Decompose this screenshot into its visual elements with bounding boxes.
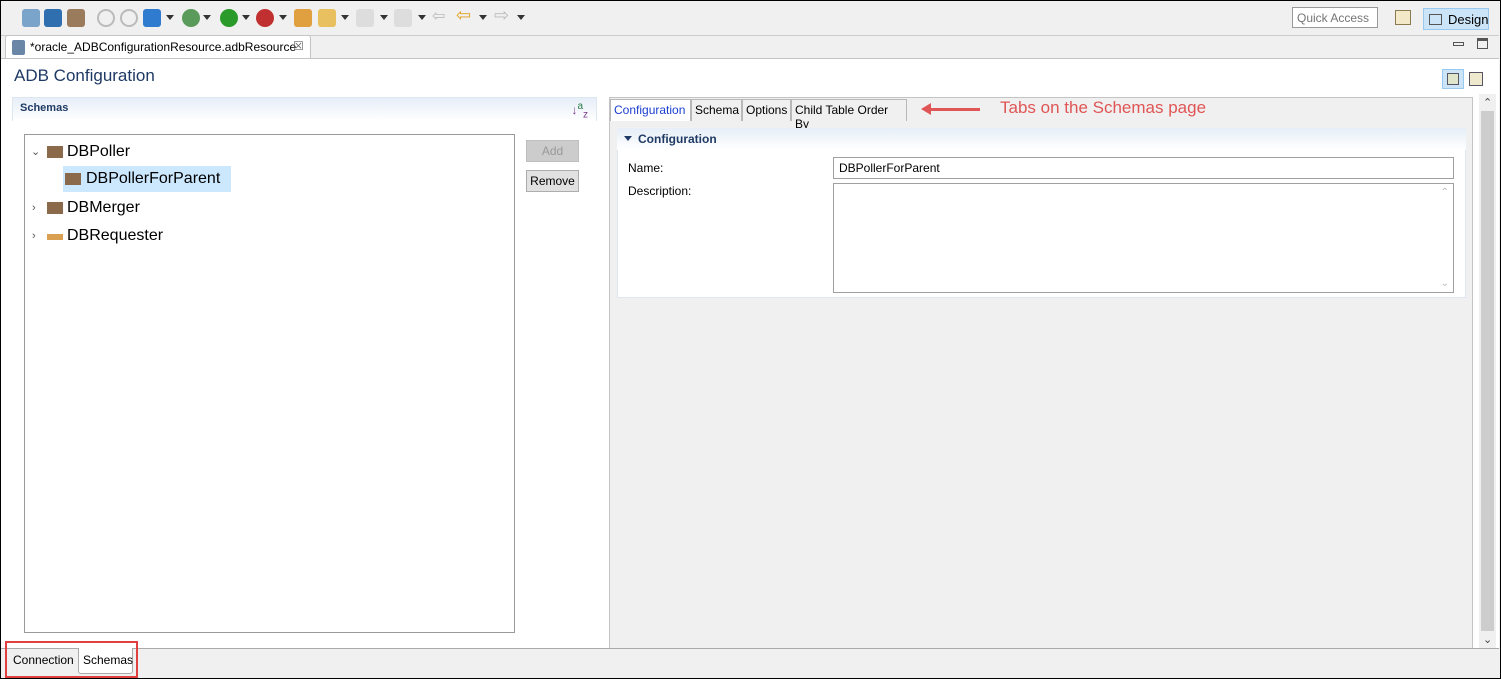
maximize-icon[interactable] (1477, 38, 1488, 49)
requester-icon (47, 234, 63, 240)
chevron-down-icon[interactable] (341, 15, 349, 20)
section-title: Configuration (638, 132, 717, 146)
page-tab-connection[interactable]: Connection (9, 648, 78, 674)
tab-configuration[interactable]: Configuration (610, 99, 691, 121)
design-label: Design (1448, 12, 1489, 27)
gear-icon[interactable] (97, 9, 115, 27)
description-label: Description: (628, 184, 692, 198)
schemas-title: Schemas (20, 102, 69, 114)
tab-options[interactable]: Options (742, 99, 791, 121)
remove-button[interactable]: Remove (526, 170, 579, 192)
resource-file-icon (12, 40, 25, 55)
poller-icon (65, 173, 81, 185)
page-title: ADB Configuration (14, 66, 155, 85)
tree-item-label: DBPoller (67, 143, 131, 160)
layout-columns-icon (1447, 73, 1459, 85)
scroll-up-icon[interactable]: ⌃ (1441, 187, 1449, 198)
tree-item-label: DBPollerForParent (86, 170, 221, 187)
chevron-right-icon[interactable]: › (32, 195, 36, 221)
deploy-icon[interactable] (22, 9, 40, 27)
annotation-text: Tabs on the Schemas page (1000, 98, 1207, 117)
page-tab-schemas[interactable]: Schemas (78, 648, 133, 674)
build-icon[interactable] (67, 9, 85, 27)
tree-item-label: DBRequester (67, 227, 164, 244)
forward-icon[interactable]: ⇨ (494, 5, 512, 25)
tree-item-label: DBMerger (67, 199, 140, 216)
configuration-section-header[interactable]: Configuration (617, 128, 1466, 150)
tree-item-dbpollerforparent[interactable]: DBPollerForParent (63, 166, 231, 192)
chevron-down-icon[interactable] (479, 15, 487, 20)
main-toolbar: ⇦ ⇦ ⇨ (0, 0, 1501, 35)
run-tools-icon[interactable] (256, 9, 274, 27)
open-folder-icon[interactable] (294, 9, 312, 27)
sort-alphabetical-icon[interactable]: ↓az (571, 101, 588, 120)
design-perspective-button[interactable]: Design (1423, 8, 1489, 30)
annotation-arrow (921, 103, 980, 115)
schemas-tree[interactable]: ⌄ DBPoller DBPollerForParent › DBMerger … (24, 134, 515, 633)
design-icon (1429, 14, 1442, 25)
gears-icon[interactable] (120, 9, 138, 27)
scroll-down-icon[interactable]: ⌄ (1483, 633, 1492, 646)
tab-schema[interactable]: Schema (691, 99, 742, 121)
name-input[interactable] (833, 157, 1454, 179)
editor-tab-label: *oracle_ADBConfigurationResource.adbReso… (30, 40, 297, 54)
quick-access-input[interactable] (1292, 7, 1378, 28)
chevron-down-icon[interactable]: ⌄ (31, 139, 40, 165)
chevron-down-icon[interactable] (166, 15, 174, 20)
chevron-right-icon[interactable]: › (32, 223, 36, 249)
add-button[interactable]: Add (526, 140, 579, 162)
name-label: Name: (628, 161, 664, 175)
schemas-section-header: Schemas ↓az (12, 97, 597, 121)
minimize-icon[interactable] (1453, 42, 1464, 46)
chevron-down-icon[interactable] (279, 15, 287, 20)
page-tab-bar (1, 648, 1499, 678)
horizontal-layout-button[interactable] (1442, 69, 1464, 89)
scrollbar-thumb[interactable] (1481, 111, 1494, 631)
chevron-down-icon[interactable] (203, 15, 211, 20)
back-icon[interactable]: ⇦ (456, 5, 474, 25)
merger-icon (47, 202, 63, 214)
next-annotation-icon[interactable] (356, 9, 374, 27)
chevron-down-icon[interactable] (380, 15, 388, 20)
vertical-layout-icon[interactable] (1469, 72, 1483, 86)
pen-icon[interactable] (318, 9, 336, 27)
run-icon[interactable] (220, 9, 238, 27)
tab-child-table-order-by[interactable]: Child Table Order By (791, 99, 907, 131)
chevron-down-icon[interactable] (418, 15, 426, 20)
last-edit-icon[interactable]: ⇦ (432, 6, 450, 25)
chevron-down-icon[interactable] (517, 15, 525, 20)
chevron-down-icon[interactable] (242, 15, 250, 20)
debug-icon[interactable] (182, 9, 200, 27)
editor-tab[interactable]: *oracle_ADBConfigurationResource.adbReso… (5, 35, 311, 59)
arrow-head-icon (921, 103, 931, 115)
description-textarea[interactable]: ⌃ ⌄ (833, 183, 1454, 293)
server-icon[interactable] (44, 9, 62, 27)
poller-icon (47, 146, 63, 158)
ruler-icon[interactable] (143, 9, 161, 27)
prev-annotation-icon[interactable] (394, 9, 412, 27)
scroll-up-icon[interactable]: ⌃ (1483, 96, 1492, 109)
scroll-down-icon[interactable]: ⌄ (1441, 278, 1449, 289)
open-perspective-icon[interactable] (1395, 10, 1411, 25)
close-icon[interactable]: ☒ (293, 39, 304, 53)
collapse-icon[interactable] (624, 136, 632, 141)
vertical-scrollbar[interactable]: ⌃ ⌄ (1479, 94, 1496, 648)
